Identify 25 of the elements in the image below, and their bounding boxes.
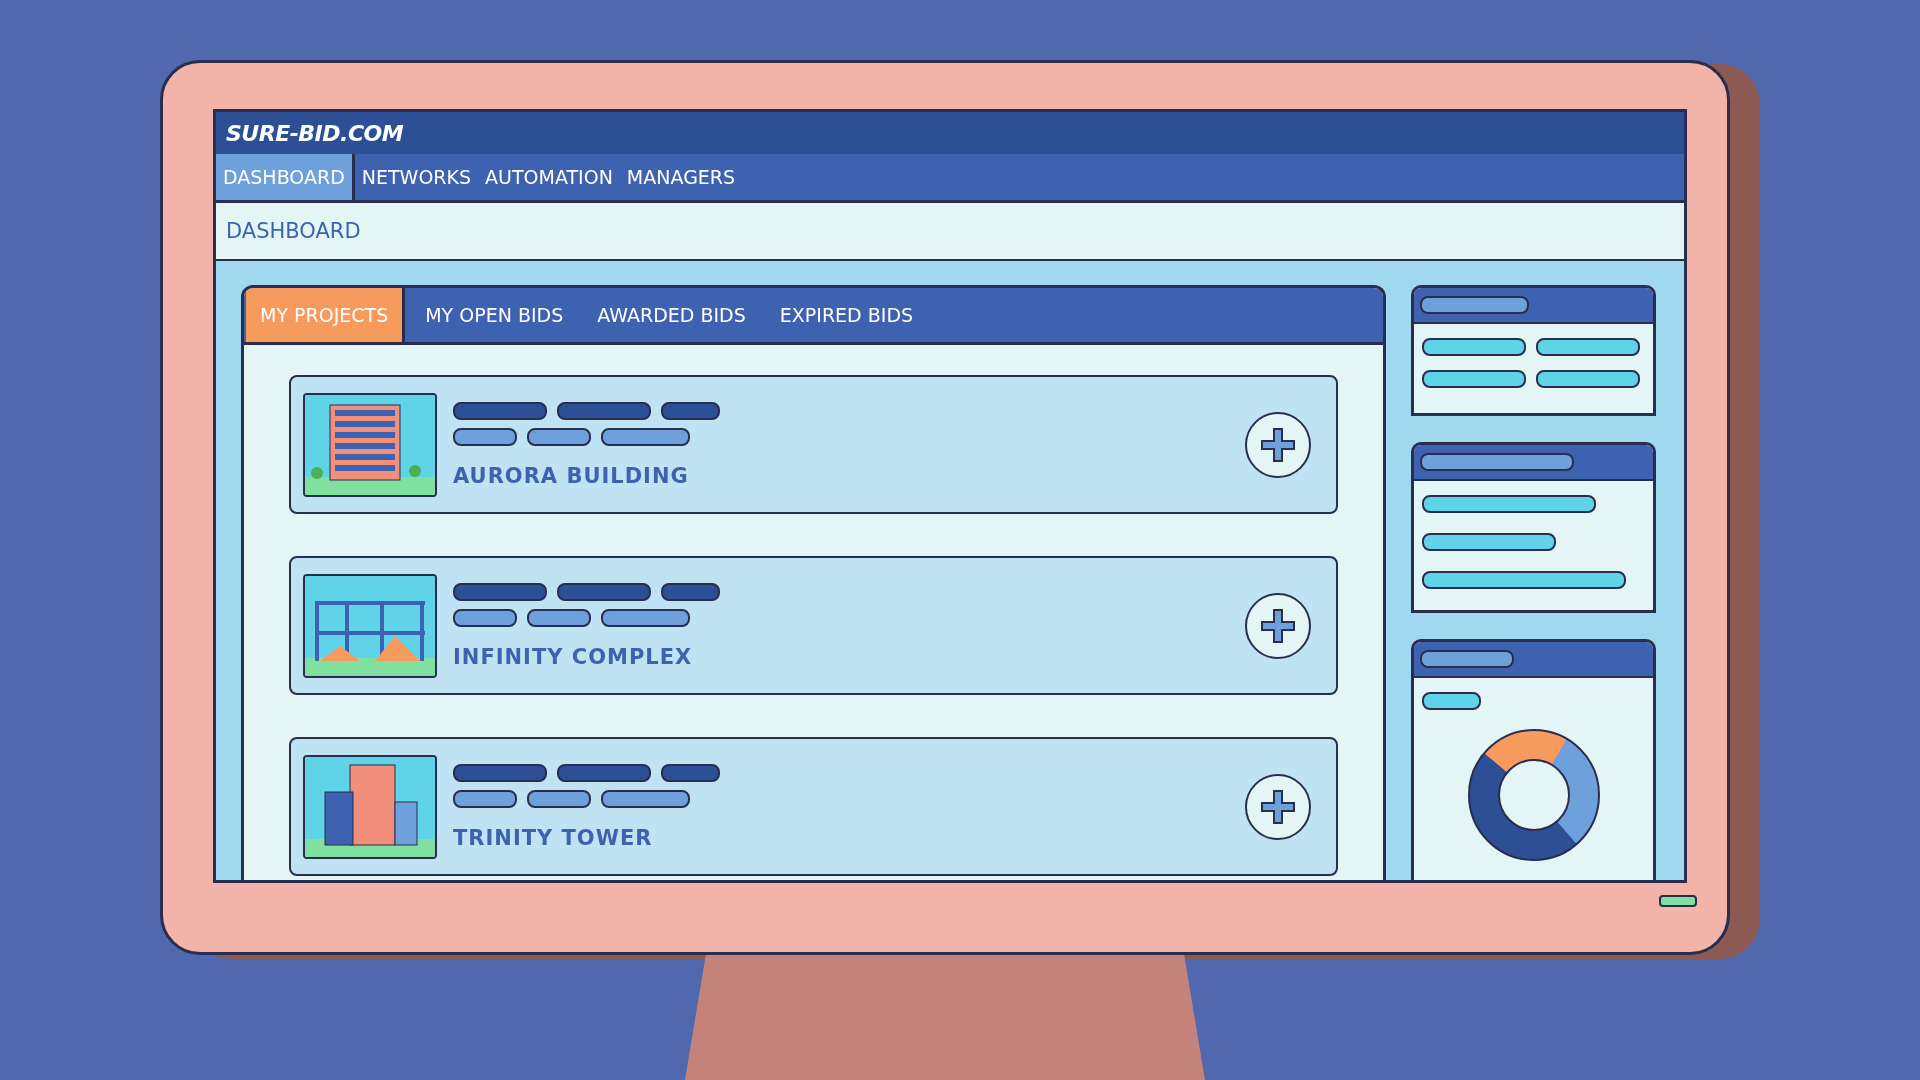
project-name: TRINITY TOWER — [453, 825, 654, 850]
page-title: DASHBOARD — [226, 219, 361, 243]
tab[interactable]: AWARDED BIDS — [583, 288, 760, 342]
logo: SURE-BID.COM — [226, 120, 404, 146]
nav-tab[interactable]: MANAGERS — [619, 154, 743, 200]
placeholder-bar — [661, 763, 720, 782]
nav-tab[interactable]: AUTOMATION — [478, 154, 620, 200]
tab[interactable]: EXPIRED BIDS — [765, 288, 928, 342]
placeholder-bar — [453, 427, 517, 446]
power-light — [1659, 895, 1697, 907]
placeholder-bar — [527, 427, 591, 446]
placeholder-bar — [527, 789, 591, 808]
project-name: INFINITY COMPLEX — [453, 644, 694, 669]
placeholder-bar — [661, 401, 720, 420]
placeholder-bar — [1422, 692, 1481, 710]
tab[interactable]: MY OPEN BIDS — [411, 288, 578, 342]
placeholder-bar — [527, 608, 591, 627]
project-card[interactable]: TRINITY TOWER — [289, 737, 1338, 876]
placeholder-bar — [661, 582, 720, 601]
placeholder-bar — [453, 789, 517, 808]
project-name: AURORA BUILDING — [453, 463, 690, 488]
project-card[interactable]: INFINITY COMPLEX — [289, 556, 1338, 695]
project-card[interactable]: AURORA BUILDING — [289, 375, 1338, 514]
nav-tab[interactable]: NETWORKS — [354, 154, 479, 200]
placeholder-bar — [453, 608, 517, 627]
